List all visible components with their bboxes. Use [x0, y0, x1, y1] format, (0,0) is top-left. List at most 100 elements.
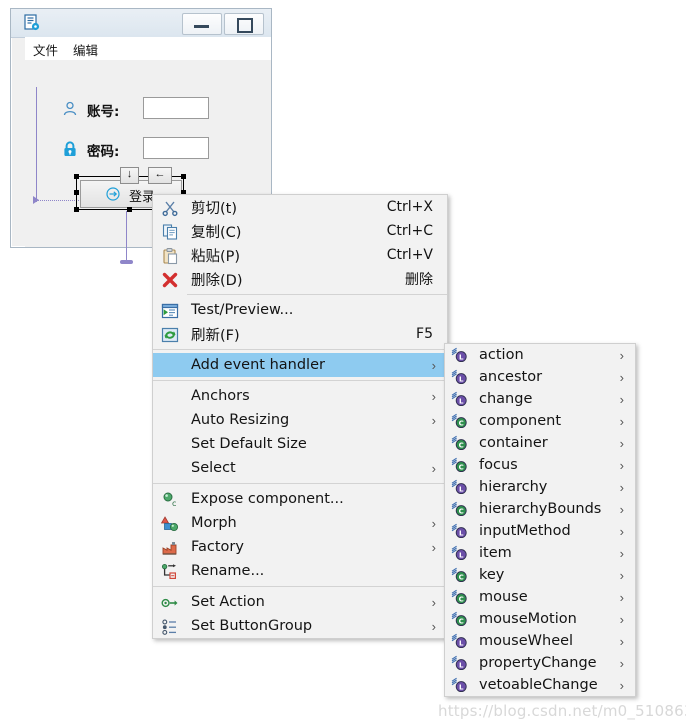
menu-item-label: Test/Preview... [191, 302, 294, 318]
maximize-button[interactable] [224, 13, 264, 35]
menu-item-label: Expose component... [191, 491, 344, 507]
add-event-handler-submenu[interactable]: Laction › Lancestor › Lchange › Ccomponent › Cco… [444, 343, 636, 697]
menu-item[interactable]: Set ButtonGroup › [153, 614, 447, 638]
menu-item[interactable]: Test/Preview... [153, 298, 447, 322]
copy-icon [153, 220, 187, 242]
submenu-item[interactable]: Lchange › [445, 388, 635, 410]
resize-handle-ne[interactable] [181, 174, 186, 179]
menu-item[interactable]: 复制(C) Ctrl+C [153, 219, 447, 243]
auto-resize-horizontal-badge[interactable]: ← [148, 167, 172, 184]
submenu-item[interactable]: LinputMethod › [445, 520, 635, 542]
event-listener-icon: L [445, 630, 475, 652]
submenu-item[interactable]: Lhierarchy › [445, 476, 635, 498]
preview-icon [153, 299, 187, 321]
cut-icon [153, 196, 187, 218]
menu-item[interactable]: Rename... [153, 559, 447, 583]
chevron-right-icon: › [619, 677, 624, 693]
submenu-item[interactable]: Cmouse › [445, 586, 635, 608]
expose-icon: c [153, 488, 187, 510]
menu-item[interactable]: Morph › [153, 511, 447, 535]
menu-item-label: Set Action [191, 594, 265, 610]
menu-item-no-icon [153, 354, 187, 376]
menu-item[interactable]: Add event handler › [153, 353, 447, 377]
user-icon [61, 100, 79, 118]
submenu-item[interactable]: Litem › [445, 542, 635, 564]
menu-item[interactable]: Set Action › [153, 590, 447, 614]
menu-item[interactable]: 删除(D) 删除 [153, 267, 447, 291]
menu-item-label: Set Default Size [191, 436, 307, 452]
menu-item-label: Auto Resizing [191, 412, 290, 428]
menu-separator [153, 349, 447, 350]
event-listener-icon: L [445, 388, 475, 410]
chevron-right-icon: › [619, 413, 624, 429]
submenu-item[interactable]: Ckey › [445, 564, 635, 586]
chevron-right-icon: › [619, 457, 624, 473]
resize-handle-s[interactable] [127, 207, 132, 212]
submenu-item[interactable]: Ccomponent › [445, 410, 635, 432]
menu-item-shortcut: Ctrl+V [386, 247, 433, 263]
menu-item[interactable]: 刷新(F) F5 [153, 322, 447, 346]
password-input[interactable] [143, 137, 209, 159]
menu-item[interactable]: Auto Resizing › [153, 408, 447, 432]
menu-item-label: 粘贴(P) [191, 248, 241, 265]
anchor-foot [120, 260, 133, 264]
chevron-right-icon: › [619, 545, 624, 561]
menubar-item-file[interactable]: 文件 [33, 40, 58, 59]
minimize-button[interactable] [182, 13, 222, 35]
submenu-item-label: container [479, 435, 548, 451]
submenu-item[interactable]: LvetoableChange › [445, 674, 635, 696]
submenu-item-label: inputMethod [479, 523, 571, 539]
svg-text:c: c [172, 499, 176, 508]
designer-menubar: 文件 编辑 [25, 37, 271, 61]
context-menu[interactable]: 剪切(t) Ctrl+X 复制(C) Ctrl+C 粘贴(P) Ctrl+V 删除(D) 删除… [152, 194, 448, 639]
event-listener-icon: C [445, 498, 475, 520]
account-input[interactable] [143, 97, 209, 119]
menu-item[interactable]: Select › [153, 456, 447, 480]
submenu-item[interactable]: LpropertyChange › [445, 652, 635, 674]
resize-handle-w[interactable] [74, 190, 79, 195]
submenu-item[interactable]: Lancestor › [445, 366, 635, 388]
menu-item[interactable]: Set Default Size [153, 432, 447, 456]
submenu-item[interactable]: LmouseWheel › [445, 630, 635, 652]
menu-item-label: Select [191, 460, 236, 476]
submenu-item-label: component [479, 413, 562, 429]
submenu-item[interactable]: Laction › [445, 344, 635, 366]
menu-item-label: Set ButtonGroup [191, 618, 313, 634]
set-action-icon [153, 591, 187, 613]
svg-text:C: C [459, 420, 464, 428]
menu-item[interactable]: 剪切(t) Ctrl+X [153, 195, 447, 219]
auto-resize-vertical-badge[interactable]: ↓ [120, 167, 139, 184]
chevron-right-icon: › [619, 523, 624, 539]
menu-item-no-icon [153, 433, 187, 455]
menu-item[interactable]: 粘贴(P) Ctrl+V [153, 243, 447, 267]
form-designer-icon [23, 14, 41, 32]
menu-item-shortcut: Ctrl+X [386, 199, 433, 215]
submenu-item[interactable]: CmouseMotion › [445, 608, 635, 630]
menu-item-label: 删除(D) [191, 272, 243, 289]
menu-item-no-icon [153, 409, 187, 431]
resize-handle-nw[interactable] [74, 174, 79, 179]
submenu-item-label: ancestor [479, 369, 543, 385]
submenu-item[interactable]: Cfocus › [445, 454, 635, 476]
menu-item[interactable]: c Expose component... [153, 487, 447, 511]
submenu-item[interactable]: ChierarchyBounds › [445, 498, 635, 520]
set-buttongroup-icon [153, 615, 187, 637]
chevron-right-icon: › [619, 567, 624, 583]
submenu-item-label: propertyChange [479, 655, 597, 671]
menu-item[interactable]: Factory › [153, 535, 447, 559]
menu-item-label: 刷新(F) [191, 327, 240, 344]
submenu-item-label: hierarchy [479, 479, 548, 495]
svg-text:C: C [459, 442, 464, 450]
svg-text:C: C [459, 596, 464, 604]
paste-icon [153, 244, 187, 266]
svg-text:L: L [459, 552, 464, 560]
factory-icon [153, 536, 187, 558]
submenu-item-label: key [479, 567, 505, 583]
submenu-item[interactable]: Ccontainer › [445, 432, 635, 454]
lock-icon [61, 140, 79, 158]
password-label: 密码: [87, 144, 120, 160]
resize-handle-sw[interactable] [74, 207, 79, 212]
menu-item[interactable]: Anchors › [153, 384, 447, 408]
menubar-item-edit[interactable]: 编辑 [73, 40, 98, 59]
svg-text:L: L [459, 684, 464, 692]
